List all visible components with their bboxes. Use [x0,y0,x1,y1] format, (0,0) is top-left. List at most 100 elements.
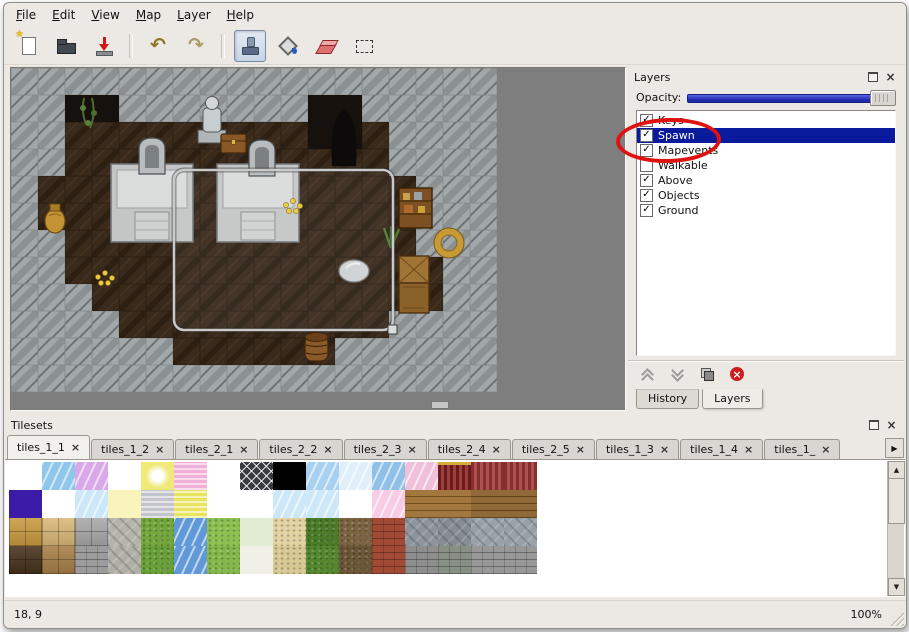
redo-button[interactable]: ↷ [180,30,212,62]
tileset-tab-tiles_2_1[interactable]: tiles_2_1× [175,439,258,459]
layer-row-above[interactable]: ✓Above [637,173,895,188]
layer-row-walkable[interactable]: Walkable [637,158,895,173]
tileset-tab-tiles_2_2[interactable]: tiles_2_2× [259,439,342,459]
palette-tile-59[interactable] [372,546,405,574]
palette-tile-36[interactable] [141,518,174,546]
tileset-tab-tiles_1_2[interactable]: tiles_1_2× [91,439,174,459]
select-tool-button[interactable] [348,30,380,62]
palette-tile-39[interactable] [240,518,273,546]
palette-tile-8[interactable] [273,462,306,490]
palette-tile-58[interactable] [339,546,372,574]
float-panel-button[interactable] [865,70,880,84]
palette-tile-18[interactable] [75,490,108,518]
close-tab-icon[interactable]: × [576,445,585,454]
palette-tile-12[interactable] [405,462,438,490]
close-tab-icon[interactable]: × [323,445,332,454]
resize-grip[interactable] [890,612,904,626]
palette-tile-56[interactable] [273,546,306,574]
palette-tile-24[interactable] [273,490,306,518]
palette-tile-52[interactable] [141,546,174,574]
palette-tile-54[interactable] [207,546,240,574]
palette-tile-2[interactable] [75,462,108,490]
dock-tab-layers[interactable]: Layers [702,389,762,409]
palette-tile-47[interactable] [504,518,537,546]
palette-tile-25[interactable] [306,490,339,518]
palette-tile-9[interactable] [306,462,339,490]
tileset-tab-tiles_2_4[interactable]: tiles_2_4× [428,439,511,459]
palette-tile-29[interactable] [438,490,471,518]
palette-tile-3[interactable] [108,462,141,490]
palette-tile-63[interactable] [504,546,537,574]
palette-tile-32[interactable] [9,518,42,546]
palette-tile-11[interactable] [372,462,405,490]
close-tab-icon[interactable]: × [407,445,416,454]
palette-tile-45[interactable] [438,518,471,546]
palette-tile-10[interactable] [339,462,372,490]
layer-checkbox[interactable]: ✓ [640,114,653,127]
palette-tile-40[interactable] [273,518,306,546]
menu-edit[interactable]: Edit [44,5,83,25]
palette-tile-16[interactable] [9,490,42,518]
eraser-tool-button[interactable] [310,30,342,62]
palette-tile-22[interactable] [207,490,240,518]
close-tab-icon[interactable]: × [744,445,753,454]
palette-tile-37[interactable] [174,518,207,546]
map-canvas[interactable] [10,67,626,411]
layer-checkbox[interactable]: ✓ [640,174,653,187]
palette-tile-27[interactable] [372,490,405,518]
delete-layer-button[interactable]: × [726,365,748,383]
layer-checkbox[interactable]: ✓ [640,189,653,202]
menu-layer[interactable]: Layer [169,5,218,25]
close-tab-icon[interactable]: × [492,445,501,454]
palette-tile-31[interactable] [504,490,537,518]
layer-checkbox[interactable] [640,159,653,172]
layer-row-spawn[interactable]: ✓Spawn [637,128,895,143]
palette-tile-57[interactable] [306,546,339,574]
layer-row-keys[interactable]: ✓Keys [637,113,895,128]
scroll-down-button[interactable]: ▼ [888,578,905,596]
palette-tile-4[interactable] [141,462,174,490]
palette-tile-60[interactable] [405,546,438,574]
new-button[interactable]: ★ [12,30,44,62]
close-tab-icon[interactable]: × [660,445,669,454]
save-button[interactable] [88,30,120,62]
scroll-up-button[interactable]: ▲ [888,461,905,479]
menu-help[interactable]: Help [219,5,262,25]
close-tab-icon[interactable]: × [71,443,80,452]
close-tab-icon[interactable]: × [239,445,248,454]
palette-tile-26[interactable] [339,490,372,518]
palette-tile-41[interactable] [306,518,339,546]
opacity-slider[interactable] [687,89,896,105]
layer-row-objects[interactable]: ✓Objects [637,188,895,203]
palette-tile-0[interactable] [9,462,42,490]
layer-checkbox[interactable]: ✓ [640,204,653,217]
tileset-tab-tiles_1_1[interactable]: tiles_1_1× [7,435,90,459]
palette-tile-7[interactable] [240,462,273,490]
scrollbar-thumb[interactable] [888,478,905,524]
open-button[interactable] [50,30,82,62]
tileset-tab-tiles_2_3[interactable]: tiles_2_3× [344,439,427,459]
tileset-tab-tiles_1_3[interactable]: tiles_1_3× [596,439,679,459]
tab-scroll-right-button[interactable]: ▶ [885,438,904,458]
palette-tile-50[interactable] [75,546,108,574]
palette-tile-33[interactable] [42,518,75,546]
move-layer-up-button[interactable] [636,365,658,383]
palette-tile-49[interactable] [42,546,75,574]
palette-tile-20[interactable] [141,490,174,518]
move-layer-down-button[interactable] [666,365,688,383]
palette-tile-38[interactable] [207,518,240,546]
tileset-tab-tiles_1_4[interactable]: tiles_1_4× [680,439,763,459]
dock-tab-history[interactable]: History [636,389,699,409]
palette-tile-28[interactable] [405,490,438,518]
palette-tile-6[interactable] [207,462,240,490]
palette-tile-61[interactable] [438,546,471,574]
palette-tile-14[interactable] [471,462,504,490]
palette-tile-34[interactable] [75,518,108,546]
palette-tile-19[interactable] [108,490,141,518]
palette-tile-1[interactable] [42,462,75,490]
close-tilesets-button[interactable]: × [884,418,899,432]
close-tab-icon[interactable]: × [821,445,830,454]
opacity-handle[interactable] [870,90,896,106]
palette-tile-48[interactable] [9,546,42,574]
fill-tool-button[interactable] [272,30,304,62]
